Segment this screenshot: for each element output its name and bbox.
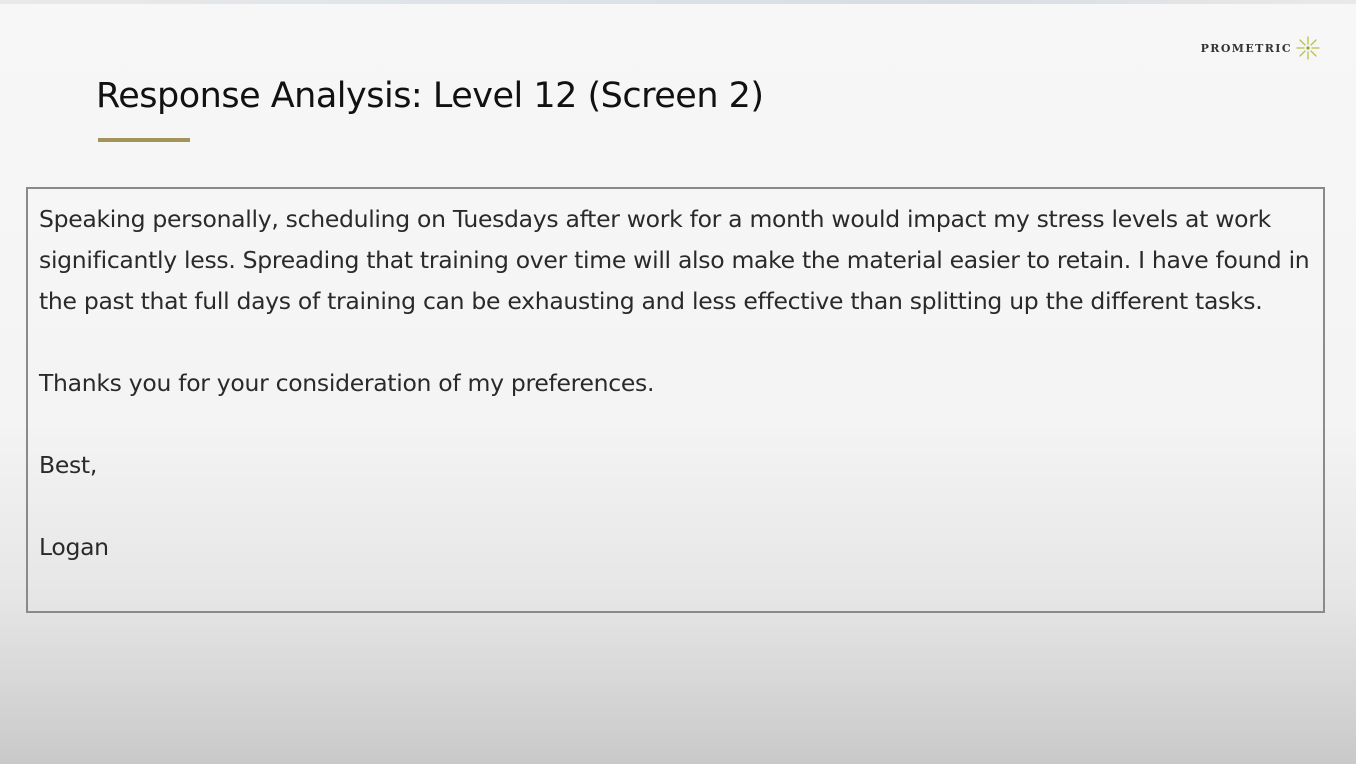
page-title: Response Analysis: Level 12 (Screen 2) [96,76,764,116]
top-window-strip [0,0,1356,4]
response-paragraph-1: Speaking personally, scheduling on Tuesd… [39,205,1310,315]
response-signature: Logan [39,533,109,561]
response-text-box: Speaking personally, scheduling on Tuesd… [26,187,1325,613]
title-underline [98,138,190,142]
logo-text: PROMETRIC [1200,41,1292,55]
starburst-icon [1296,36,1320,60]
prometric-logo: PROMETRIC [1201,34,1322,62]
response-paragraph-2: Thanks you for your consideration of my … [39,369,655,397]
response-closing: Best, [39,451,98,479]
